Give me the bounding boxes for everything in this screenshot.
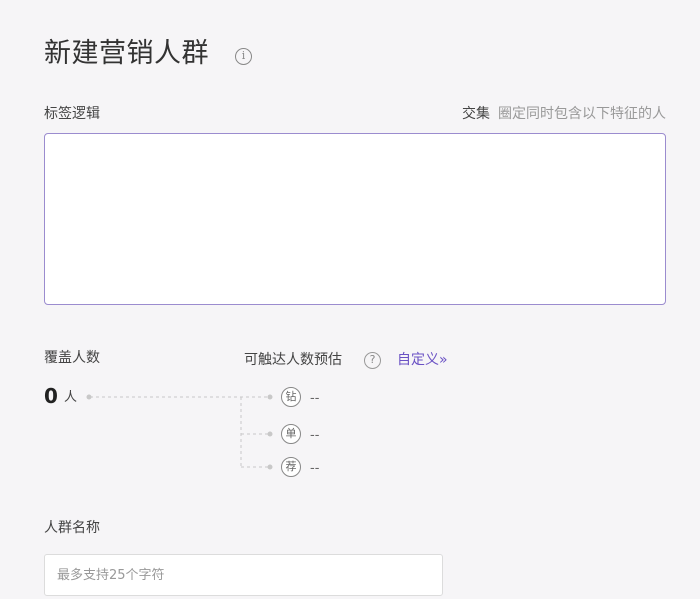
tag-logic-area[interactable] bbox=[44, 133, 666, 305]
page-title: 新建营销人群 bbox=[44, 38, 209, 69]
reach-estimate-label: 可触达人数预估 bbox=[244, 352, 342, 368]
mode-description: 圈定同时包含以下特征的人 bbox=[498, 106, 666, 122]
channel-value: -- bbox=[310, 428, 320, 443]
channel-icon-dan: 单 bbox=[281, 424, 301, 444]
tag-logic-mode: 交集 圈定同时包含以下特征的人 bbox=[462, 104, 666, 124]
audience-name-label: 人群名称 bbox=[44, 520, 100, 536]
question-icon[interactable]: ? bbox=[364, 352, 381, 369]
mode-name: 交集 bbox=[462, 106, 490, 122]
channel-icon-jian: 荐 bbox=[281, 457, 301, 477]
coverage-unit: 人 bbox=[64, 390, 78, 405]
channel-value: -- bbox=[310, 391, 320, 406]
audience-name-input[interactable] bbox=[44, 554, 443, 596]
channel-icon-zuan: 钻 bbox=[281, 387, 301, 407]
info-icon[interactable]: i bbox=[235, 48, 252, 65]
coverage-count: 0 bbox=[44, 384, 58, 408]
coverage-label: 覆盖人数 bbox=[44, 350, 100, 366]
create-audience-page: 新建营销人群 i 标签逻辑 交集 圈定同时包含以下特征的人 覆盖人数 可触达人数预… bbox=[0, 0, 700, 599]
custom-link[interactable]: 自定义» bbox=[397, 350, 448, 370]
tag-logic-label: 标签逻辑 bbox=[44, 106, 100, 122]
channel-value: -- bbox=[310, 461, 320, 476]
